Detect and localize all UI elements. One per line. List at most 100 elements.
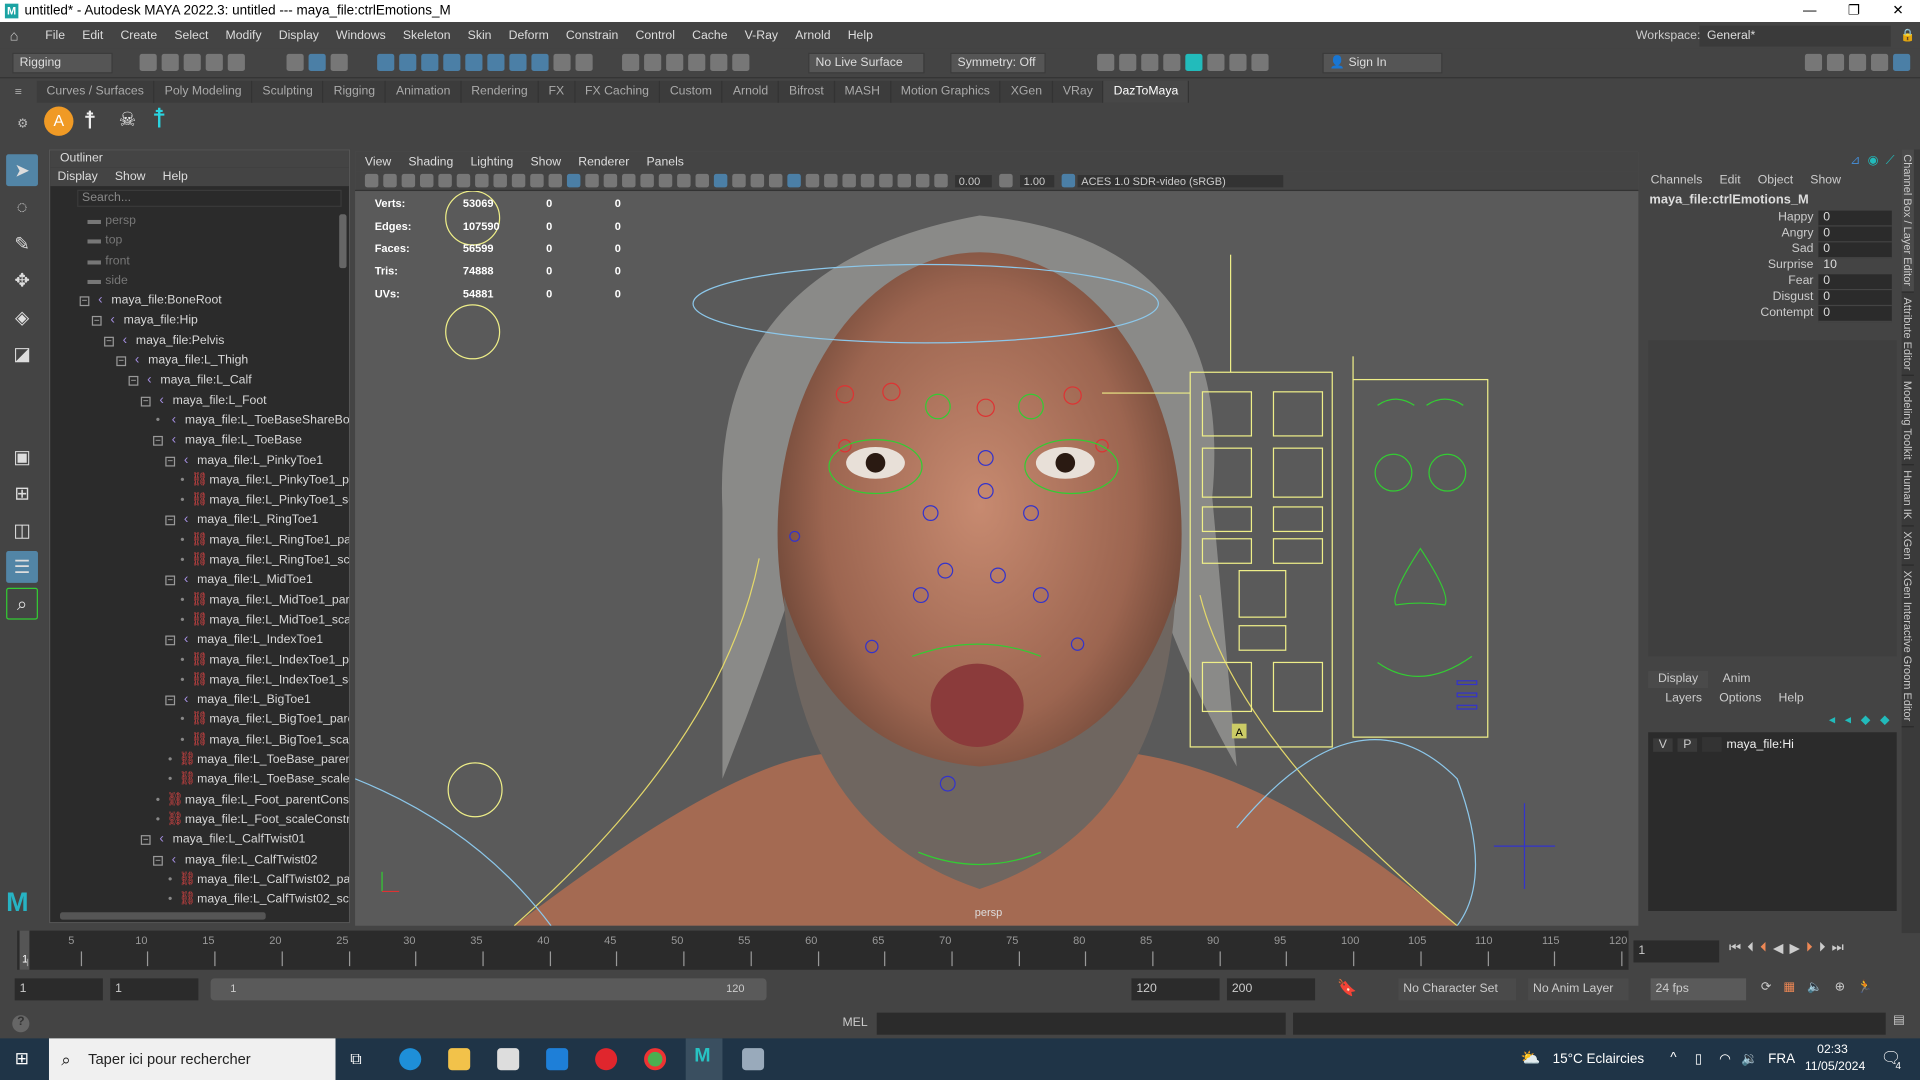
channelbox-menu-channels[interactable]: Channels (1651, 173, 1703, 186)
pause-viewport-icon[interactable] (1251, 53, 1269, 72)
viewport-menu-renderer[interactable]: Renderer (578, 155, 629, 168)
workspace-dropdown[interactable]: General* (1699, 25, 1891, 46)
outliner-item[interactable]: − ‹ maya_file:BoneRoot (79, 290, 349, 310)
new-layer-selected-icon[interactable]: ◆ (1880, 713, 1889, 726)
outliner-item[interactable]: ▬ side (80, 270, 349, 290)
file-explorer-icon[interactable] (448, 1048, 471, 1071)
ambient-occlusion-icon[interactable] (805, 173, 820, 188)
isolate-icon[interactable] (511, 173, 526, 188)
symmetry-dropdown[interactable]: Symmetry: Off (950, 52, 1046, 74)
history-icon[interactable] (622, 53, 640, 72)
menu-modify[interactable]: Modify (217, 29, 270, 42)
mail-icon[interactable] (546, 1048, 569, 1071)
bookmarks-icon[interactable] (383, 173, 397, 188)
camera-tray-icon[interactable]: ▯ (1695, 1051, 1702, 1067)
viewport-menu-panels[interactable]: Panels (646, 155, 683, 168)
outliner-search-input[interactable]: Search... (77, 189, 342, 207)
highlight-selection-icon[interactable] (575, 53, 593, 72)
outliner-item[interactable]: ▬ top (80, 231, 349, 251)
playback-start-field[interactable]: 1 (110, 978, 199, 1001)
render-setup-icon[interactable] (1207, 53, 1225, 72)
menu-file[interactable]: File (37, 29, 74, 42)
shelf-tab-custom[interactable]: Custom (660, 80, 724, 103)
layer-menu-options[interactable]: Options (1719, 691, 1761, 704)
channel-label[interactable]: Sad (1643, 242, 1818, 258)
scene-start-field[interactable]: 1 (14, 978, 103, 1001)
channel-value-field[interactable]: 0 (1818, 226, 1892, 243)
save-scene-icon[interactable] (183, 53, 201, 72)
channel-value-field[interactable]: 0 (1818, 274, 1892, 291)
magnet-icon[interactable] (732, 53, 750, 72)
layer-color-swatch[interactable] (1702, 737, 1722, 752)
menu-windows[interactable]: Windows (327, 29, 394, 42)
gate-mask-icon[interactable] (622, 173, 636, 188)
shelf-tab-motiongraphics[interactable]: Motion Graphics (891, 80, 1001, 103)
home-icon[interactable]: ⌂ (10, 27, 19, 44)
channel-value-field[interactable]: 0 (1818, 290, 1892, 307)
channel-label[interactable]: Contempt (1643, 306, 1818, 322)
layer-menu-layers[interactable]: Layers (1665, 691, 1702, 704)
minimize-button[interactable]: — (1788, 0, 1832, 22)
shelf-tab-curvessurfaces[interactable]: Curves / Surfaces (37, 80, 155, 103)
collapse-toggle[interactable]: − (165, 575, 176, 586)
rotate-tool-icon[interactable]: ◈ (6, 301, 38, 333)
volume-icon[interactable]: 🔉 (1741, 1051, 1758, 1067)
move-layer-up-icon[interactable]: ◂ (1829, 713, 1835, 726)
channel-value-field[interactable]: 10 (1818, 258, 1892, 275)
channel-label[interactable]: Happy (1643, 211, 1818, 227)
lock-selection-icon[interactable] (553, 53, 571, 72)
channel-label[interactable]: Angry (1643, 227, 1818, 243)
film-gate-icon[interactable] (585, 173, 599, 188)
windows-start-icon[interactable]: ⊞ (15, 1048, 29, 1069)
camera-lock-icon[interactable] (475, 173, 489, 188)
figure-shelf-icon[interactable]: ☨ (83, 105, 96, 136)
outliner-item[interactable]: • ⛓maya_file:L_PinkyToe1_parentConstraint (80, 470, 349, 490)
menu-skeleton[interactable]: Skeleton (394, 29, 459, 42)
channelbox-menu-show[interactable]: Show (1810, 173, 1841, 186)
channel-row[interactable]: Contempt 0 (1643, 306, 1901, 323)
outliner-item[interactable]: − ‹ maya_file:L_MidToe1 (80, 570, 349, 590)
outliner-item[interactable]: ▬ persp (80, 211, 349, 231)
gamma-field[interactable]: 1.00 (1020, 174, 1055, 187)
outliner-item[interactable]: • ⛓maya_file:L_RingToe1_parentConstraint (80, 530, 349, 550)
menu-control[interactable]: Control (627, 29, 684, 42)
camera-select-icon[interactable] (456, 173, 471, 188)
color-management-icon[interactable] (1061, 173, 1076, 188)
safe-title-icon[interactable] (677, 173, 691, 188)
outliner-item[interactable]: − ‹ maya_file:L_RingToe1 (80, 510, 349, 530)
outliner-item[interactable]: − ‹ maya_file:L_CalfTwist01 (80, 829, 349, 849)
snap-point-icon[interactable] (421, 53, 439, 72)
anim-layer-dropdown[interactable]: No Anim Layer (1528, 978, 1629, 1001)
shelf-tab-arnold[interactable]: Arnold (723, 80, 780, 103)
shelf-tab-rendering[interactable]: Rendering (461, 80, 539, 103)
outliner-item[interactable]: − ‹ maya_file:L_Calf (80, 370, 349, 390)
outliner-item[interactable]: − ‹ maya_file:L_Thigh (80, 350, 349, 370)
single-perspective-layout-icon[interactable]: ▣ (6, 441, 38, 473)
channel-value-field[interactable]: 0 (1818, 210, 1892, 227)
render-view-icon[interactable] (1097, 53, 1115, 72)
collapse-toggle[interactable]: − (128, 376, 139, 387)
menu-select[interactable]: Select (166, 29, 217, 42)
viewport-menu-view[interactable]: View (365, 155, 391, 168)
shelf-tab-polymodeling[interactable]: Poly Modeling (155, 80, 253, 103)
smooth-shade-icon[interactable] (713, 173, 728, 188)
task-view-icon[interactable]: ⧉ (350, 1049, 361, 1069)
outliner-menu-display[interactable]: Display (58, 170, 98, 183)
script-editor-icon[interactable]: ▤ (1893, 1014, 1905, 1027)
shelf-settings-icon[interactable]: ⚙ (17, 118, 28, 131)
menu-edit[interactable]: Edit (74, 29, 112, 42)
channel-row[interactable]: Happy 0 (1643, 210, 1901, 227)
shelf-tab-fx[interactable]: FX (539, 80, 576, 103)
outliner-menu-help[interactable]: Help (163, 170, 188, 183)
outliner-item[interactable]: • ⛓maya_file:L_Foot_parentConstraint (80, 789, 349, 809)
cache-icon[interactable]: ▦ (1783, 981, 1795, 994)
four-view-layout-icon[interactable]: ⊞ (6, 478, 38, 510)
paint-select-tool-icon[interactable]: ✎ (6, 228, 38, 260)
isolate-select-icon[interactable] (879, 173, 893, 188)
outliner-item[interactable]: − ‹ maya_file:L_PinkyToe1 (80, 450, 349, 470)
chrome-icon[interactable] (644, 1048, 667, 1071)
exposure-field[interactable]: 0.00 (955, 174, 992, 187)
play-forward-icon[interactable]: ▶ (1789, 940, 1799, 957)
menu-skin[interactable]: Skin (459, 29, 500, 42)
2d-pan-zoom-icon[interactable] (420, 173, 434, 188)
